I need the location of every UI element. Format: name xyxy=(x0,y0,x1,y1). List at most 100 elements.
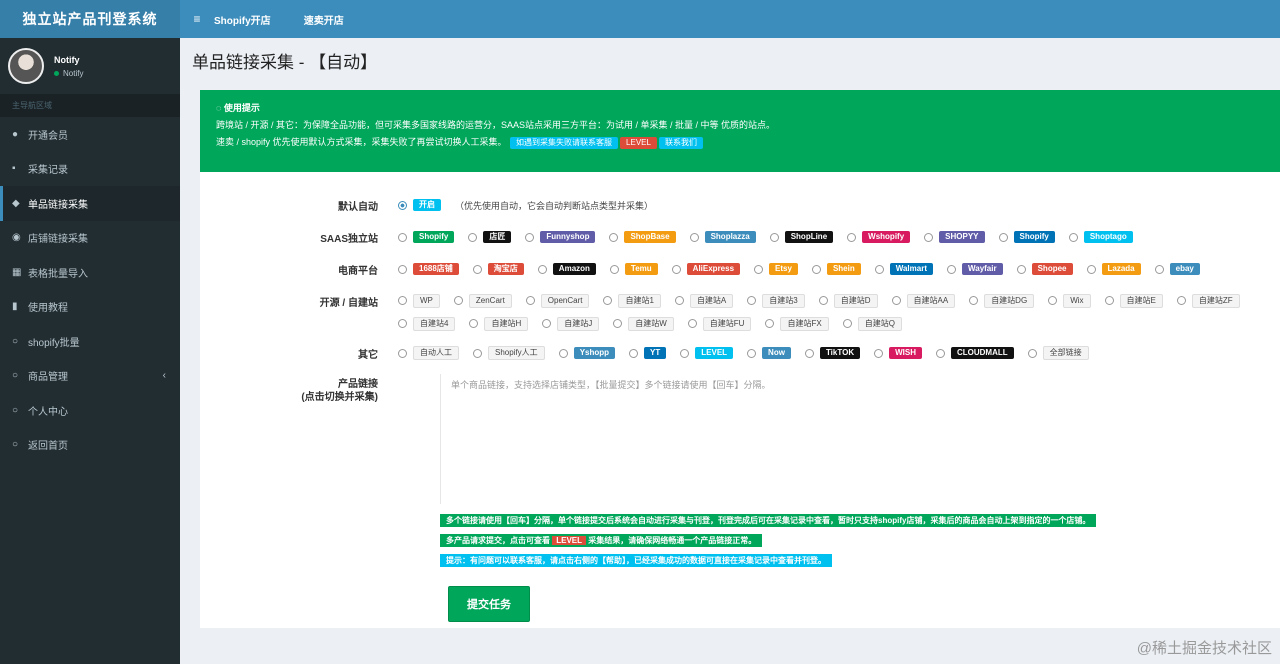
radio-icon[interactable] xyxy=(1016,264,1026,274)
option-row2-6[interactable]: Wshopify xyxy=(847,229,911,245)
chevron-left-icon[interactable]: ‹ xyxy=(163,370,166,381)
option-row5-7[interactable]: WISH xyxy=(874,345,922,361)
option-row5-5[interactable]: Now xyxy=(747,345,791,361)
option-row5-0[interactable]: 自动人工 xyxy=(398,345,459,361)
option-row3-8[interactable]: Wayfair xyxy=(946,261,1003,277)
radio-icon[interactable] xyxy=(558,348,568,358)
sidebar-item-4[interactable]: ▦ 表格批量导入 xyxy=(0,255,180,290)
option-row3-3[interactable]: Temu xyxy=(609,261,658,277)
option-row4-14[interactable]: 自建站J xyxy=(542,316,600,332)
option-row3-5[interactable]: Etsy xyxy=(754,261,798,277)
radio-icon[interactable] xyxy=(472,264,482,274)
radio-icon[interactable] xyxy=(469,319,479,328)
radio-icon[interactable] xyxy=(609,232,619,242)
radio-icon[interactable] xyxy=(1048,296,1058,305)
sidebar-item-0[interactable]: ● 开通会员 xyxy=(0,117,180,152)
option-row4-3[interactable]: 自建站1 xyxy=(603,293,661,309)
sidebar-item-5[interactable]: ▮ 使用教程 xyxy=(0,290,180,325)
radio-icon[interactable] xyxy=(998,232,1008,242)
radio-icon[interactable] xyxy=(747,296,757,305)
option-row3-6[interactable]: Shein xyxy=(811,261,861,277)
radio-icon[interactable] xyxy=(542,319,552,328)
radio-icon[interactable] xyxy=(1086,264,1096,274)
submit-task-button[interactable]: 提交任务 xyxy=(448,586,530,622)
menu-toggle-icon[interactable]: ≡ xyxy=(180,12,214,26)
sidebar-item-8[interactable]: ○ 个人中心 xyxy=(0,393,180,428)
option-row5-2[interactable]: Yshopp xyxy=(558,345,616,361)
radio-icon[interactable] xyxy=(609,264,619,274)
radio-icon[interactable] xyxy=(671,264,681,274)
option-row4-1[interactable]: ZenCart xyxy=(453,293,512,309)
radio-icon[interactable] xyxy=(874,264,884,274)
nav-link-aliexpress[interactable]: 速卖开店 xyxy=(304,16,344,27)
option-row2-3[interactable]: ShopBase xyxy=(609,229,676,245)
radio-icon[interactable] xyxy=(924,232,934,242)
option-row4-8[interactable]: 自建站DG xyxy=(969,293,1035,309)
option-row4-15[interactable]: 自建站W xyxy=(613,316,674,332)
radio-icon[interactable] xyxy=(935,348,945,358)
radio-icon[interactable] xyxy=(874,348,884,358)
radio-icon[interactable] xyxy=(398,232,407,242)
option-row2-5[interactable]: ShopLine xyxy=(769,229,834,245)
option-row2-4[interactable]: Shoplazza xyxy=(689,229,756,245)
option-row4-7[interactable]: 自建站AA xyxy=(891,293,956,309)
radio-icon[interactable] xyxy=(398,348,407,358)
option-row5-1[interactable]: Shopify人工 xyxy=(473,345,545,361)
sidebar-item-3[interactable]: ◉ 店铺链接采集 xyxy=(0,221,180,256)
option-row5-9[interactable]: 全部链接 xyxy=(1027,345,1089,361)
option-auto-on[interactable]: 开启 xyxy=(398,197,441,213)
option-row3-9[interactable]: Shopee xyxy=(1016,261,1073,277)
radio-icon[interactable] xyxy=(398,319,407,328)
sidebar-item-7[interactable]: ○ 商品管理 ‹ xyxy=(0,359,180,394)
radio-icon[interactable] xyxy=(1154,264,1164,274)
sidebar-item-6[interactable]: ○ shopify批量 xyxy=(0,324,180,359)
option-row2-8[interactable]: Shopify xyxy=(998,229,1055,245)
option-row2-9[interactable]: Shoptago xyxy=(1068,229,1133,245)
option-row4-2[interactable]: OpenCart xyxy=(525,293,590,309)
option-row4-5[interactable]: 自建站3 xyxy=(747,293,805,309)
radio-icon[interactable] xyxy=(946,264,956,274)
option-row4-9[interactable]: Wix xyxy=(1048,293,1091,309)
radio-icon[interactable] xyxy=(687,319,697,328)
option-row4-16[interactable]: 自建站FU xyxy=(687,316,752,332)
radio-icon[interactable] xyxy=(629,348,639,358)
option-row4-4[interactable]: 自建站A xyxy=(674,293,734,309)
option-row4-13[interactable]: 自建站H xyxy=(469,316,529,332)
brand-logo[interactable]: 独立站产品刊登系统 xyxy=(0,0,180,38)
radio-icon[interactable] xyxy=(473,348,482,358)
radio-icon[interactable] xyxy=(811,264,821,274)
radio-icon[interactable] xyxy=(747,348,757,358)
radio-icon[interactable] xyxy=(769,232,779,242)
radio-icon[interactable] xyxy=(398,264,407,274)
radio-icon[interactable] xyxy=(765,319,775,328)
option-row3-11[interactable]: ebay xyxy=(1154,261,1200,277)
sidebar-item-9[interactable]: ○ 返回首页 xyxy=(0,428,180,463)
option-row2-1[interactable]: 店匠 xyxy=(468,229,512,245)
option-row4-0[interactable]: WP xyxy=(398,293,440,309)
radio-icon[interactable] xyxy=(398,296,407,305)
product-link-textarea[interactable]: 单个商品链接，支持选择店铺类型，【批量提交】多个链接请使用【回车】分隔。 xyxy=(440,374,1280,504)
option-row2-7[interactable]: SHOPYY xyxy=(924,229,985,245)
radio-icon[interactable] xyxy=(891,296,901,305)
option-row4-17[interactable]: 自建站FX xyxy=(765,316,829,332)
sidebar-item-1[interactable]: ▪ 采集记录 xyxy=(0,152,180,187)
radio-icon[interactable] xyxy=(525,232,535,242)
option-row3-2[interactable]: Amazon xyxy=(537,261,596,277)
radio-icon[interactable] xyxy=(613,319,623,328)
radio-icon[interactable] xyxy=(818,296,828,305)
radio-icon[interactable] xyxy=(1068,232,1078,242)
option-row3-10[interactable]: Lazada xyxy=(1086,261,1141,277)
option-row4-12[interactable]: 自建站4 xyxy=(398,316,456,332)
radio-icon[interactable] xyxy=(689,232,699,242)
option-row4-18[interactable]: 自建站Q xyxy=(842,316,902,332)
radio-icon[interactable] xyxy=(453,296,463,305)
option-row2-0[interactable]: Shopify xyxy=(398,229,455,245)
radio-icon[interactable] xyxy=(969,296,979,305)
option-row3-4[interactable]: AliExpress xyxy=(671,261,741,277)
radio-icon[interactable] xyxy=(1176,296,1186,305)
radio-icon[interactable] xyxy=(1104,296,1114,305)
radio-icon[interactable] xyxy=(537,264,547,274)
radio-icon[interactable] xyxy=(398,200,407,210)
radio-icon[interactable] xyxy=(468,232,478,242)
option-row2-2[interactable]: Funnyshop xyxy=(525,229,596,245)
